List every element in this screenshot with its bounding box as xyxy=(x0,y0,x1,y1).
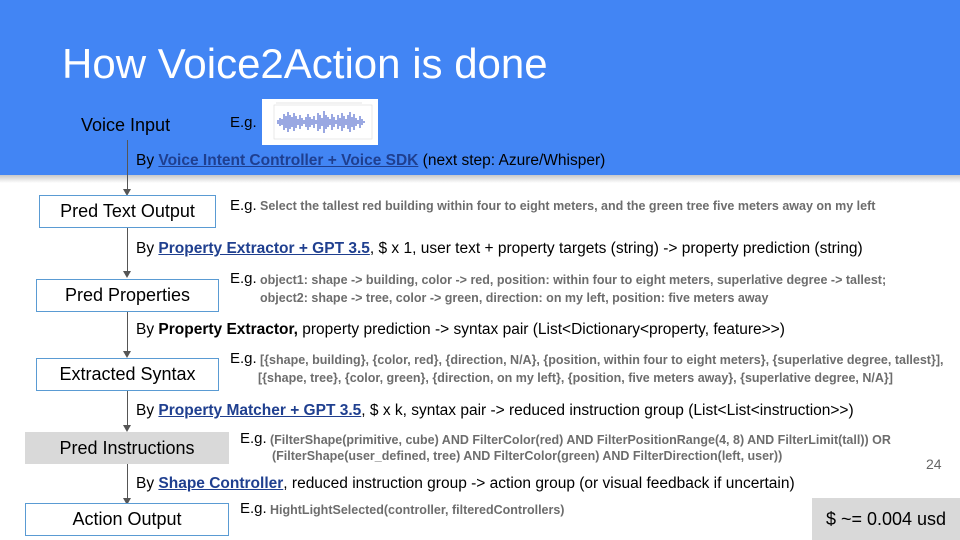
step-description: property prediction -> syntax pair (List… xyxy=(297,321,785,338)
audio-waveform-image xyxy=(262,99,378,145)
syntax-example-line-2: [{shape, tree}, {color, green}, {directi… xyxy=(258,371,893,385)
property-matcher-link[interactable]: Property Matcher + GPT 3.5 xyxy=(158,402,361,419)
flow-arrow-line xyxy=(127,391,128,425)
step-description: (next step: Azure/Whisper) xyxy=(418,152,606,169)
step-property-extractor: By Property Extractor, property predicti… xyxy=(136,321,785,339)
property-extractor-link[interactable]: Property Extractor + GPT 3.5 xyxy=(158,240,369,257)
step-description: , reduced instruction group -> action gr… xyxy=(283,475,795,492)
arrow-down-icon xyxy=(123,271,131,278)
text-output-eg: E.g. xyxy=(230,197,257,214)
properties-example-line-2: object2: shape -> tree, color -> green, … xyxy=(260,291,769,305)
step-prefix: By xyxy=(136,240,159,257)
cost-badge: $ ~= 0.004 usd xyxy=(812,498,960,540)
step-description: , $ x 1, user text + property targets (s… xyxy=(369,240,863,257)
extracted-syntax-box: Extracted Syntax xyxy=(36,358,219,391)
instructions-eg: E.g. xyxy=(240,430,267,447)
action-output-box: Action Output xyxy=(25,503,229,536)
flow-arrow-line xyxy=(127,228,128,271)
action-eg: E.g. xyxy=(240,500,267,517)
step-prefix: By xyxy=(136,475,159,492)
syntax-example-line-1: [{shape, building}, {color, red}, {direc… xyxy=(260,353,944,367)
voice-input-eg: E.g. xyxy=(230,114,257,131)
step-prefix: By xyxy=(136,402,159,419)
pred-text-output-box: Pred Text Output xyxy=(39,195,216,228)
flow-arrow-line xyxy=(127,464,128,498)
instructions-example-line-2: (FilterShape(user_defined, tree) AND Fil… xyxy=(272,449,783,463)
shape-controller-link[interactable]: Shape Controller xyxy=(158,475,283,492)
arrow-down-icon xyxy=(123,351,131,358)
banner-shadow xyxy=(0,175,960,183)
property-extractor-label: Property Extractor, xyxy=(158,321,298,338)
step-description: , $ x k, syntax pair -> reduced instruct… xyxy=(361,402,854,419)
voice-input-label: Voice Input xyxy=(81,115,171,135)
slide-title: How Voice2Action is done xyxy=(62,40,548,87)
pred-properties-box: Pred Properties xyxy=(36,279,219,312)
flow-arrow-line xyxy=(127,140,128,189)
step-shape-controller: By Shape Controller, reduced instruction… xyxy=(136,475,795,493)
voice-intent-link[interactable]: Voice Intent Controller + Voice SDK xyxy=(158,152,418,169)
waveform-icon xyxy=(273,102,373,140)
instructions-example-line-1: (FilterShape(primitive, cube) AND Filter… xyxy=(270,433,891,447)
text-output-example: Select the tallest red building within f… xyxy=(260,199,876,213)
step-property-matcher: By Property Matcher + GPT 3.5, $ x k, sy… xyxy=(136,402,854,420)
step-prefix: By xyxy=(136,321,159,338)
pred-instructions-box: Pred Instructions xyxy=(25,432,229,464)
arrow-down-icon xyxy=(123,425,131,432)
step-property-extractor-gpt: By Property Extractor + GPT 3.5, $ x 1, … xyxy=(136,240,863,258)
step-prefix: By xyxy=(136,152,159,169)
properties-example-line-1: object1: shape -> building, color -> red… xyxy=(260,273,887,287)
properties-eg: E.g. xyxy=(230,270,257,287)
step-voice-intent: By Voice Intent Controller + Voice SDK (… xyxy=(136,152,605,170)
flow-arrow-line xyxy=(127,312,128,351)
page-number: 24 xyxy=(926,456,942,472)
action-example: HightLightSelected(controller, filteredC… xyxy=(270,503,565,517)
syntax-eg: E.g. xyxy=(230,350,257,367)
